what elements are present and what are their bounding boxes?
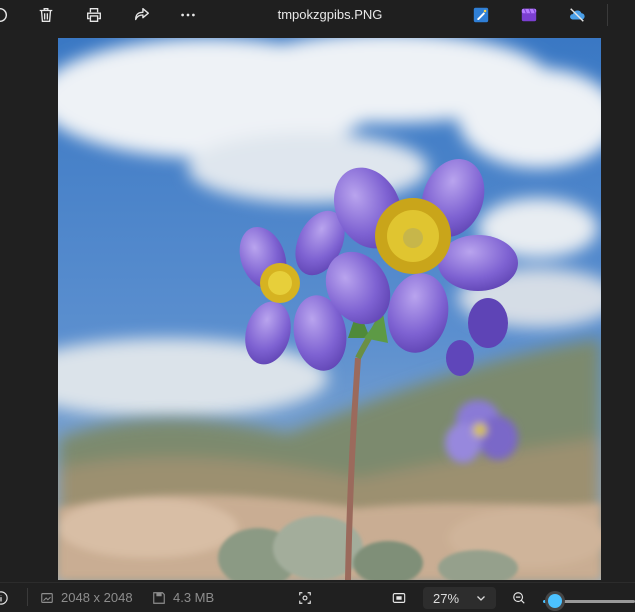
fit-frame-icon (299, 591, 311, 604)
delete-icon (39, 8, 53, 22)
image-dimensions: 2048 x 2048 (40, 583, 133, 612)
edit-image-icon (473, 7, 489, 23)
info-button[interactable] (0, 583, 15, 612)
more-button[interactable] (176, 3, 200, 27)
zoom-slider-thumb[interactable] (548, 594, 562, 608)
onedrive-button[interactable] (565, 3, 589, 27)
statusbar-divider (27, 588, 28, 606)
dimensions-icon (41, 592, 53, 603)
photo-canvas (58, 38, 601, 580)
info-icon (0, 590, 8, 605)
actual-size-icon (392, 592, 406, 603)
print-button[interactable] (82, 3, 106, 27)
chevron-down-icon (477, 596, 485, 601)
rotate-button[interactable] (0, 3, 12, 27)
image-viewport[interactable] (0, 30, 635, 582)
more-icon (181, 13, 195, 17)
clipchamp-icon (521, 8, 537, 22)
dimensions-text: 2048 x 2048 (61, 590, 133, 605)
share-icon (135, 8, 149, 21)
flower-photo[interactable] (58, 38, 601, 580)
print-icon (87, 8, 101, 22)
zoom-out-icon (513, 591, 525, 604)
toolbar-divider (607, 4, 608, 26)
onedrive-offline-icon (570, 8, 585, 22)
zoom-dropdown[interactable]: 27% (423, 587, 496, 609)
file-name: tmpokzgpibs.PNG (277, 7, 383, 22)
clipchamp-button[interactable] (517, 3, 541, 27)
zoom-value: 27% (433, 590, 460, 606)
fit-to-window-button[interactable] (298, 583, 319, 612)
save-disk-icon (153, 591, 165, 604)
file-size: 4.3 MB (152, 583, 214, 612)
edit-image-button[interactable] (469, 3, 493, 27)
rotate-icon (0, 7, 8, 22)
share-button[interactable] (130, 3, 154, 27)
actual-size-button[interactable] (392, 583, 413, 612)
top-toolbar: tmpokzgpibs.PNG (0, 0, 635, 30)
delete-button[interactable] (34, 3, 58, 27)
zoom-out-button[interactable] (512, 583, 533, 612)
filesize-text: 4.3 MB (173, 590, 215, 605)
status-bar: 2048 x 2048 4.3 MB 27% (0, 582, 635, 612)
